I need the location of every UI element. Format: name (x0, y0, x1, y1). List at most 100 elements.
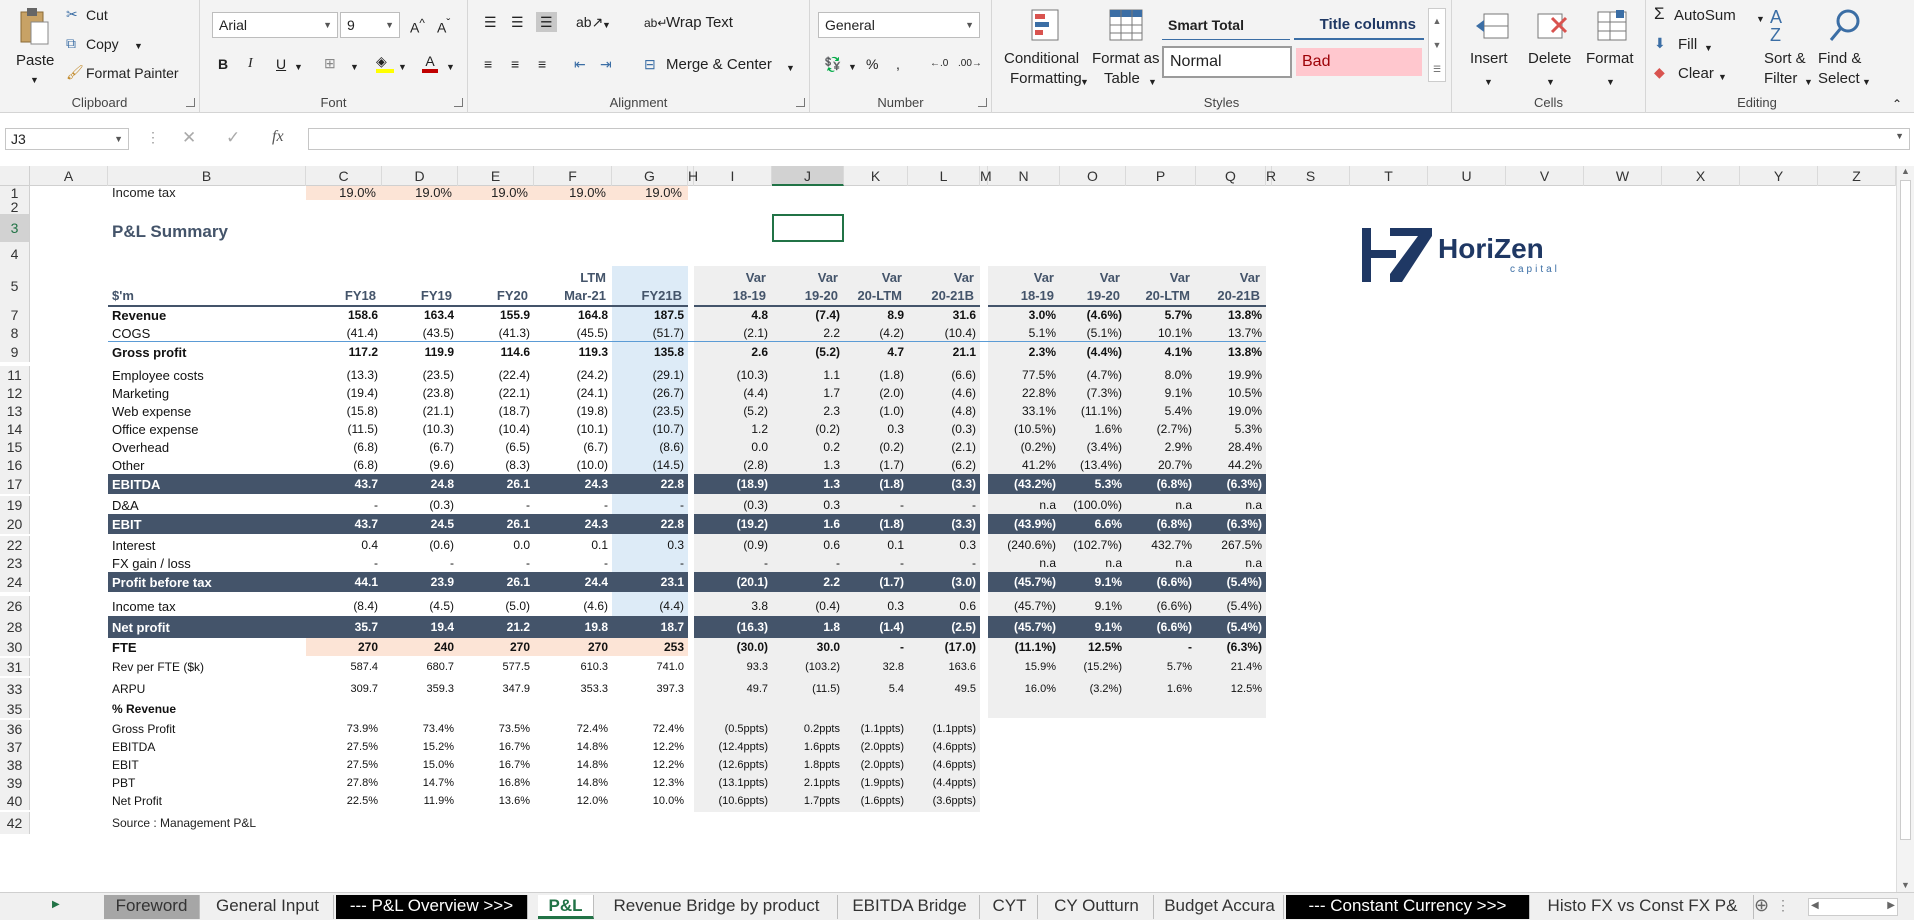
value-cell[interactable]: 187.5 (612, 306, 684, 325)
value-cell[interactable]: 1.8ppts (772, 756, 840, 775)
merge-center-button[interactable]: ⊟ Merge & Center ▼ (644, 56, 804, 76)
column-header-m[interactable]: M (980, 166, 992, 186)
value-cell[interactable]: 26.1 (458, 475, 530, 494)
value-cell[interactable]: 432.7% (1126, 536, 1192, 555)
new-sheet-icon[interactable]: ⊕ (1754, 895, 1769, 916)
column-header-s[interactable]: S (1272, 166, 1350, 186)
value-cell[interactable]: (41.3) (458, 324, 530, 343)
value-cell[interactable]: 13.8% (1196, 306, 1262, 325)
value-cell[interactable]: 12.5% (1060, 638, 1122, 657)
value-cell[interactable]: 117.2 (306, 343, 378, 362)
value-cell[interactable]: (10.5%) (988, 420, 1056, 439)
value-cell[interactable]: (1.7) (844, 456, 904, 475)
insert-function-icon[interactable]: fx (272, 128, 284, 146)
format-as-table-button[interactable]: Format as Table ▼ (1092, 6, 1162, 90)
sheet-tab[interactable]: CYT (982, 895, 1038, 919)
row-header[interactable]: 42 (0, 812, 30, 834)
sheet-tab[interactable]: Histo FX vs Const FX P& (1532, 895, 1754, 919)
value-cell[interactable]: (2.8) (694, 456, 768, 475)
value-cell[interactable]: (4.8) (908, 402, 976, 421)
fill-button[interactable]: ⬇ Fill ▼ (1654, 35, 1734, 55)
row-header[interactable]: 17 (0, 474, 30, 494)
value-cell[interactable]: 1.8 (772, 618, 840, 637)
value-cell[interactable]: 353.3 (534, 680, 608, 699)
row-header[interactable]: 14 (0, 420, 30, 438)
value-cell[interactable]: - (458, 496, 530, 515)
value-cell[interactable]: - (306, 496, 378, 515)
value-cell[interactable]: 347.9 (458, 680, 530, 699)
row-header[interactable]: 31 (0, 658, 30, 676)
value-cell[interactable]: 22.8 (612, 515, 684, 534)
value-cell[interactable]: (23.8) (382, 384, 454, 403)
value-cell[interactable]: 19.4 (382, 618, 454, 637)
value-cell[interactable]: (10.0) (534, 456, 608, 475)
selected-cell-j3[interactable] (772, 214, 844, 242)
increase-indent-icon[interactable]: ⇥ (600, 56, 612, 72)
formula-input[interactable]: ▼ (308, 128, 1910, 150)
value-cell[interactable]: (1.8) (844, 515, 904, 534)
value-cell[interactable]: 680.7 (382, 658, 454, 677)
value-cell[interactable]: (10.1) (534, 420, 608, 439)
value-cell[interactable]: (6.6) (908, 366, 976, 385)
value-cell[interactable]: 10.0% (612, 792, 684, 811)
value-cell[interactable]: (43.2%) (988, 475, 1056, 494)
value-cell[interactable]: 22.5% (306, 792, 378, 811)
value-cell[interactable]: (3.3) (908, 475, 976, 494)
value-cell[interactable]: 23.9 (382, 573, 454, 592)
orientation-icon[interactable]: ab↗ (576, 14, 603, 30)
value-cell[interactable]: (4.6) (908, 384, 976, 403)
value-cell[interactable]: 12.0% (534, 792, 608, 811)
row-header[interactable]: 28 (0, 616, 30, 638)
value-cell[interactable]: 5.7% (1126, 306, 1192, 325)
value-cell[interactable]: 1.7 (772, 384, 840, 403)
value-cell[interactable]: 21.2 (458, 618, 530, 637)
value-cell[interactable]: - (844, 638, 904, 657)
horizontal-scrollbar[interactable]: ◀ ▶ (1808, 898, 1898, 916)
value-cell[interactable]: n.a (1196, 554, 1262, 573)
sheet-tab[interactable]: EBITDA Bridge (840, 895, 980, 919)
row-header[interactable]: 26 (0, 596, 30, 616)
value-cell[interactable]: (0.2) (844, 438, 904, 457)
value-cell[interactable]: (11.1%) (988, 638, 1056, 657)
value-cell[interactable]: 741.0 (612, 658, 684, 677)
value-cell[interactable]: (7.4) (772, 306, 840, 325)
value-cell[interactable]: 12.3% (612, 774, 684, 793)
value-cell[interactable]: (6.3%) (1196, 475, 1262, 494)
sheet-tab[interactable]: Revenue Bridge by product (596, 895, 838, 919)
value-cell[interactable]: 9.1% (1126, 384, 1192, 403)
style-gallery-scroll[interactable]: ▲ ▼ ☰ (1428, 8, 1446, 82)
value-cell[interactable]: 28.4% (1196, 438, 1262, 457)
row-header[interactable]: 23 (0, 554, 30, 572)
value-cell[interactable]: (43.5) (382, 324, 454, 343)
number-format-select[interactable]: General ▼ (818, 12, 980, 38)
row-header[interactable]: 20 (0, 514, 30, 534)
value-cell[interactable]: (6.7) (382, 438, 454, 457)
value-cell[interactable]: (4.2) (844, 324, 904, 343)
value-cell[interactable]: (22.4) (458, 366, 530, 385)
wrap-text-button[interactable]: ab↵ Wrap Text (644, 14, 754, 34)
clear-button[interactable]: ◆ Clear ▼ (1654, 64, 1744, 84)
style-normal[interactable]: Normal (1162, 46, 1292, 78)
align-right-icon[interactable]: ≡ (538, 56, 546, 72)
value-cell[interactable]: 35.7 (306, 618, 378, 637)
value-cell[interactable]: 22.8% (988, 384, 1056, 403)
value-cell[interactable]: (22.1) (458, 384, 530, 403)
value-cell[interactable]: - (382, 554, 454, 573)
column-header-e[interactable]: E (458, 166, 534, 186)
value-cell[interactable]: 0.2ppts (772, 720, 840, 739)
value-cell[interactable]: 5.4 (844, 680, 904, 699)
value-cell[interactable]: (1.8) (844, 366, 904, 385)
value-cell[interactable]: 93.3 (694, 658, 768, 677)
row-header[interactable]: 5 (0, 266, 30, 306)
tax-rate-cell[interactable]: 19.0% (458, 186, 528, 202)
value-cell[interactable]: 0.0 (458, 536, 530, 555)
format-button[interactable]: Format ▼ (1582, 6, 1642, 90)
sort-filter-button[interactable]: AZ Sort & Filter ▼ (1764, 6, 1814, 90)
chevron-down-icon[interactable]: ▼ (294, 59, 303, 75)
column-header-y[interactable]: Y (1740, 166, 1818, 186)
value-cell[interactable]: 1.6% (1126, 680, 1192, 699)
value-cell[interactable]: 2.2 (772, 324, 840, 343)
value-cell[interactable]: 73.5% (458, 720, 530, 739)
value-cell[interactable]: (1.8) (844, 475, 904, 494)
value-cell[interactable]: (45.7%) (988, 597, 1056, 616)
